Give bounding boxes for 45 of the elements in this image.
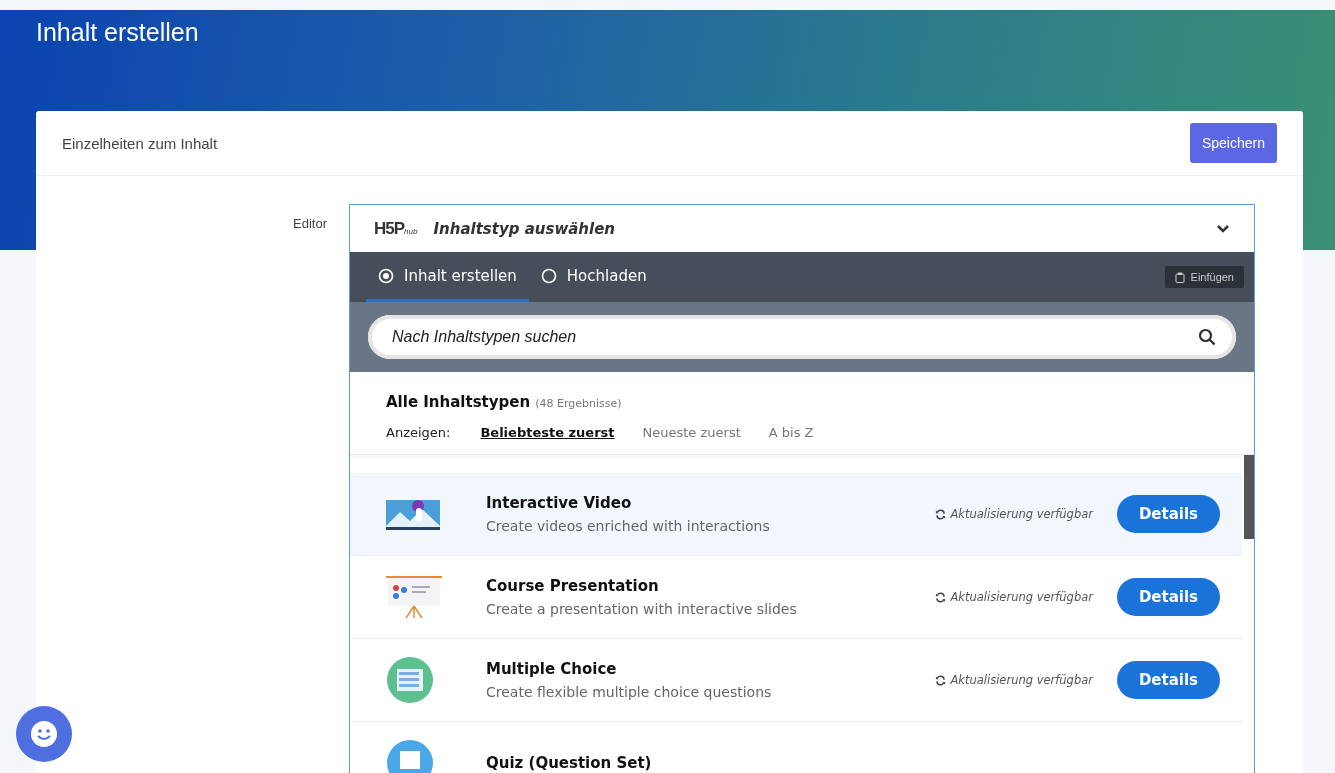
sort-option[interactable]: Beliebteste zuerst [480,425,615,440]
content-type-title: Quiz (Question Set) [486,754,653,772]
content-type-item[interactable]: Quiz (Question Set) [350,722,1242,773]
scrollbar[interactable] [1244,455,1254,539]
results-count: (48 Ergebnisse) [535,397,622,410]
refresh-icon [935,591,947,603]
content-type-title: Course Presentation [486,577,660,595]
page-title: Inhalt erstellen [35,17,200,48]
radio-icon[interactable] [378,267,394,284]
save-button[interactable]: Speichern [1189,123,1277,163]
selector-title[interactable]: Inhaltstyp auswählen [433,219,1200,238]
refresh-icon [935,674,947,686]
radio-icon[interactable] [540,267,557,284]
content-type-title: Multiple Choice [486,660,618,678]
results-heading: Alle Inhaltstypen [386,393,531,411]
search-field[interactable]: Nach Inhaltstypen suchen [368,315,1236,359]
update-notice: Aktualisierung verfügbar [935,507,1093,521]
search-icon[interactable] [1198,328,1216,346]
sort-option[interactable]: Neueste zuerst [642,425,741,440]
update-notice: Aktualisierung verfügbar [935,590,1093,604]
chevron-icon[interactable] [1216,223,1230,234]
tab[interactable]: Hochladen [528,252,659,302]
paste-button[interactable]: Einfügen [1164,266,1244,288]
sort-label: Anzeigen: [386,425,451,440]
details-button[interactable]: Details [1117,661,1220,699]
smiley-icon [29,719,59,749]
checklist-icon [386,656,434,704]
sort-option[interactable]: A bis Z [768,425,814,440]
details-button[interactable]: Details [1117,578,1220,616]
content-type-item[interactable]: Interactive Video Create videos enriched with interactions Aktualisierung verfügbar Details [350,473,1242,556]
card-title: Einzelheiten zum Inhalt [62,134,218,152]
content-type-description: Create a presentation with interactive slides [486,601,798,617]
chat-button[interactable] [16,706,72,762]
content-type-description: Create videos enriched with interactions [486,518,771,534]
content-type-title: Interactive Video [486,494,633,512]
presentation-board-icon [386,574,442,620]
field-label: Editor [293,216,327,231]
content-type-description: Create flexible multiple choice questions [486,684,773,700]
clipboard-icon [1174,271,1185,283]
refresh-icon [935,508,947,520]
logo: H5Phub [374,218,418,239]
details-button[interactable]: Details [1117,495,1220,533]
content-type-item[interactable]: Course Presentation Create a presentation with interactive slides Aktualisierung verfügbar Details [350,556,1242,639]
update-notice: Aktualisierung verfügbar [935,673,1093,687]
content-type-item[interactable]: Multiple Choice Create flexible multiple choice questions Aktualisierung verfügbar Details [350,639,1242,722]
